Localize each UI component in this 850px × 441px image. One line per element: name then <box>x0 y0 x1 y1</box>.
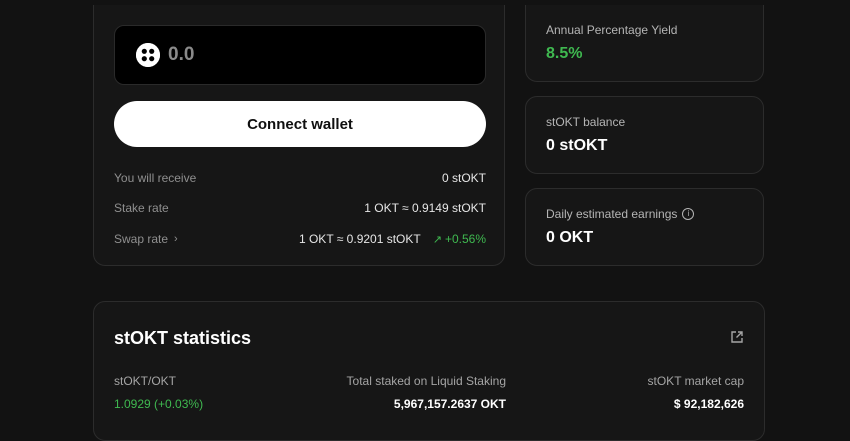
swap-rate-toggle[interactable]: Swap rate › <box>114 232 178 246</box>
statistics-card: stOKT statistics stOKT/OKT 1.0929 (+0.03… <box>93 301 765 441</box>
ratio-label: stOKT/OKT <box>114 374 177 388</box>
earnings-value: 0 OKT <box>546 229 594 246</box>
info-icon[interactable]: i <box>682 208 695 220</box>
swap-rate-value: 1 OKT ≈ 0.9201 stOKT <box>298 232 421 246</box>
total-staked-label: Total staked on Liquid Staking <box>346 374 506 388</box>
stake-card: 0.0 Connect wallet You will receive 0 st… <box>93 5 505 266</box>
stake-rate-label: Stake rate <box>114 201 169 215</box>
swap-rate-change-value: +0.56% <box>444 232 486 246</box>
connect-wallet-button[interactable]: Connect wallet <box>114 101 486 147</box>
apy-label: Annual Percentage Yield <box>546 23 678 37</box>
swap-rate-change: ↗ +0.56% <box>433 232 486 246</box>
chevron-right-icon[interactable]: › <box>174 233 178 245</box>
balance-card: stOKT balance 0 stOKT <box>525 96 764 174</box>
okx-logo-icon <box>136 43 160 67</box>
total-staked-value: 5,967,157.2637 OKT <box>393 397 506 411</box>
trend-up-icon: ↗ <box>432 233 442 246</box>
earnings-card: Daily estimated earnings i 0 OKT <box>525 188 764 266</box>
apy-card: Annual Percentage Yield 8.5% <box>525 5 764 82</box>
amount-value[interactable]: 0.0 <box>168 44 194 66</box>
receive-value: 0 stOKT <box>441 171 486 185</box>
stake-rate-value: 1 OKT ≈ 0.9149 stOKT <box>364 201 486 215</box>
external-link-icon[interactable] <box>730 330 744 344</box>
swap-rate-label: Swap rate <box>114 232 169 246</box>
market-cap-value: $ 92,182,626 <box>673 397 744 411</box>
stake-rate-row: Stake rate 1 OKT ≈ 0.9149 stOKT <box>114 199 486 217</box>
swap-rate-row: Swap rate › 1 OKT ≈ 0.9201 stOKT ↗ +0.56… <box>114 230 486 248</box>
balance-label: stOKT balance <box>546 115 626 129</box>
market-cap-label: stOKT market cap <box>647 374 744 388</box>
ratio-value: 1.0929 (+0.03%) <box>114 397 204 411</box>
receive-label: You will receive <box>114 171 197 185</box>
apy-value: 8.5% <box>546 45 583 62</box>
receive-row: You will receive 0 stOKT <box>114 169 486 187</box>
balance-value: 0 stOKT <box>546 137 608 154</box>
statistics-title: stOKT statistics <box>114 328 252 348</box>
amount-input[interactable]: 0.0 <box>114 25 486 85</box>
earnings-label: Daily estimated earnings <box>546 207 678 221</box>
